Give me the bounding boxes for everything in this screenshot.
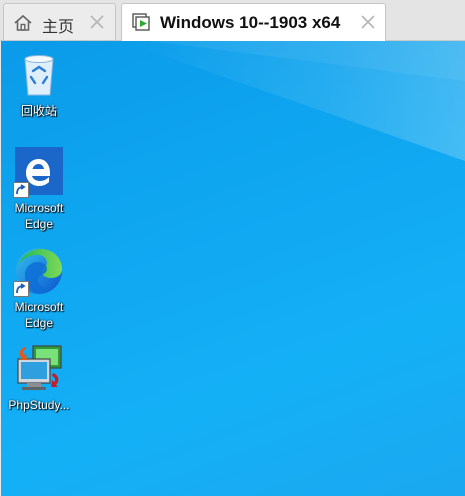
shortcut-arrow-icon: [13, 281, 29, 297]
desktop-icon-label: Microsoft Edge: [14, 300, 64, 330]
recycle-bin-icon: [24, 55, 54, 96]
desktop-icon-edge-chromium[interactable]: Microsoft Edge: [1, 245, 77, 332]
desktop-icon-label: Microsoft Edge: [14, 201, 64, 231]
vm-window: 主页 Windows 10--1903 x64 回收站 Microsoft Ed…: [0, 0, 465, 496]
tab-home-label: 主页: [42, 19, 75, 36]
vm-play-icon: [132, 13, 150, 31]
desktop-icon-phpstudy[interactable]: PhpStudy...: [1, 343, 77, 413]
desktop-icon-label: PhpStudy...: [8, 398, 70, 412]
close-icon[interactable]: [359, 13, 377, 31]
phpstudy-icon: [17, 345, 62, 390]
tab-vm[interactable]: Windows 10--1903 x64: [121, 3, 386, 41]
shortcut-arrow-icon: [13, 182, 29, 198]
home-icon: [14, 14, 32, 31]
close-icon[interactable]: [88, 13, 106, 31]
tab-bar: 主页 Windows 10--1903 x64: [0, 0, 465, 41]
desktop-icon-label: 回收站: [20, 104, 57, 118]
tab-home[interactable]: 主页: [3, 3, 116, 40]
desktop-icon-edge-legacy[interactable]: Microsoft Edge: [1, 146, 77, 233]
desktop[interactable]: 回收站 Microsoft Edge Microsoft Edge PhpStu…: [1, 41, 465, 496]
tab-vm-label: Windows 10--1903 x64: [160, 13, 341, 32]
desktop-icon-recycle-bin[interactable]: 回收站: [1, 49, 77, 119]
